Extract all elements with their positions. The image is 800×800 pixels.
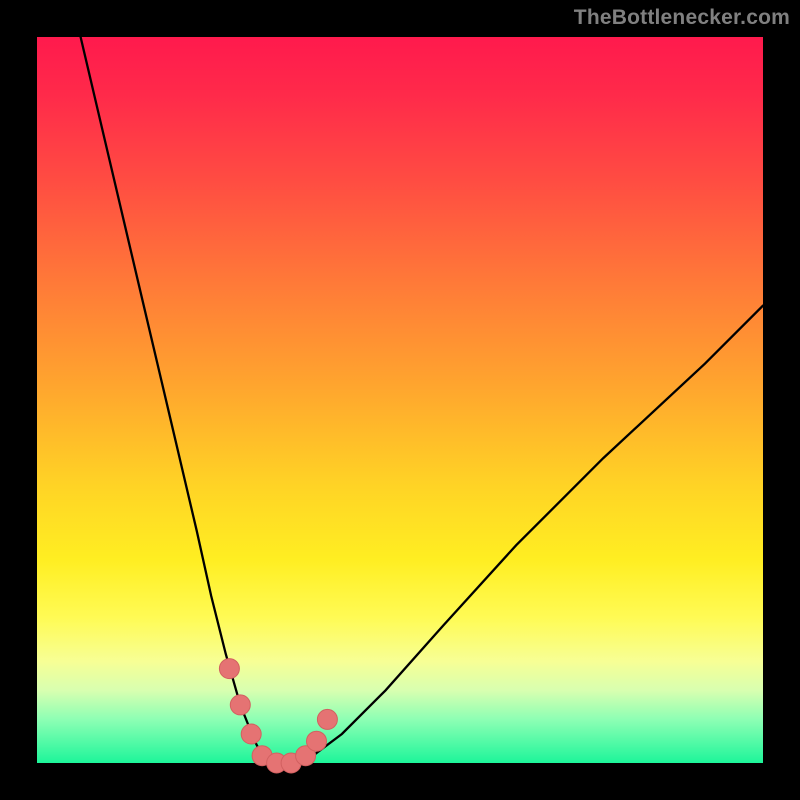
plot-area (37, 37, 763, 763)
highlight-point (307, 731, 327, 751)
highlight-point (219, 659, 239, 679)
attribution-text: TheBottlenecker.com (574, 6, 790, 30)
highlight-markers (219, 659, 337, 773)
chart-svg (37, 37, 763, 763)
highlight-point (241, 724, 261, 744)
bottleneck-curve (81, 37, 763, 763)
outer-frame: TheBottlenecker.com (0, 0, 800, 800)
highlight-point (317, 709, 337, 729)
highlight-point (230, 695, 250, 715)
